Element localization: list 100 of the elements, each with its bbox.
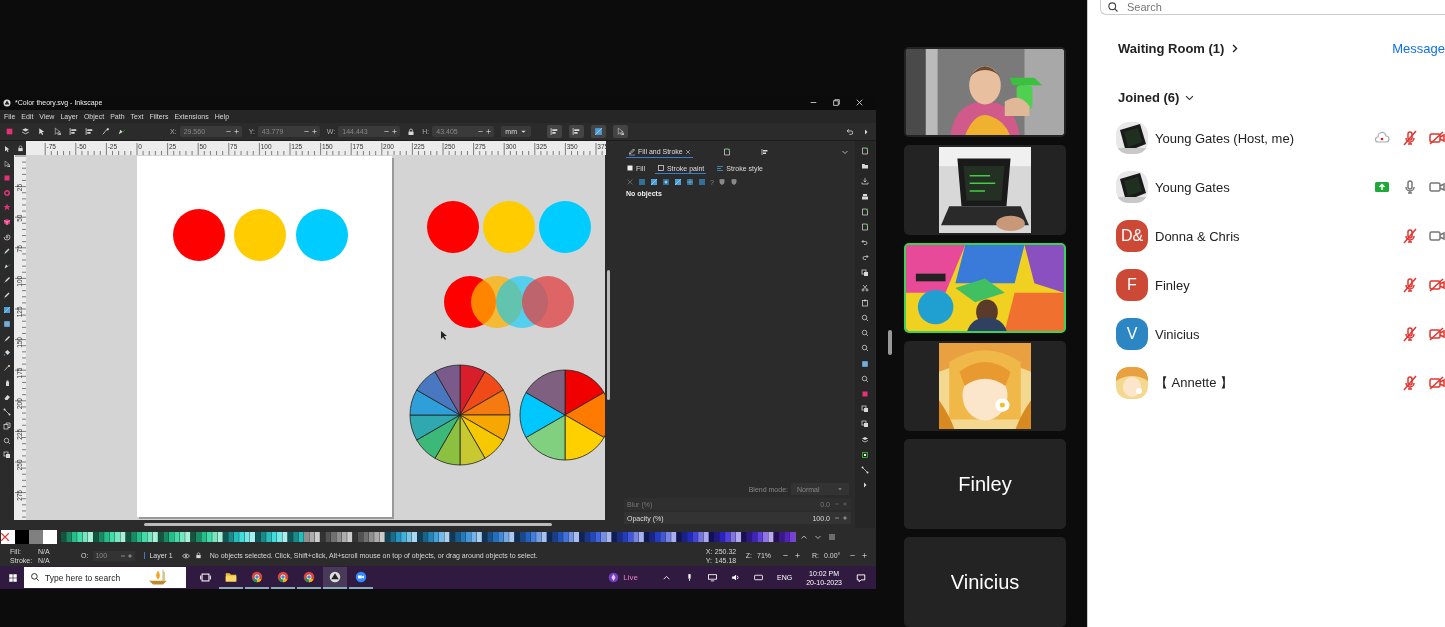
live-button[interactable]: Live [602, 571, 644, 584]
keyboard-icon[interactable] [754, 573, 763, 582]
chevron-down-icon[interactable] [841, 148, 849, 156]
tweak-icon[interactable] [3, 363, 11, 372]
usb-icon[interactable] [685, 573, 694, 582]
pen-icon[interactable] [3, 261, 11, 270]
pencil-icon[interactable] [3, 247, 11, 256]
start-button[interactable] [8, 572, 18, 583]
search-icon[interactable] [861, 314, 869, 323]
align-icon[interactable] [760, 148, 769, 156]
eye-icon[interactable] [181, 551, 190, 560]
scrollbar[interactable] [888, 330, 892, 355]
spray-icon[interactable] [3, 378, 11, 387]
minus-icon[interactable] [849, 552, 856, 559]
palette-menu-icon[interactable] [828, 532, 836, 541]
plus-icon[interactable] [310, 128, 318, 135]
scrollbar[interactable] [144, 523, 552, 526]
align-icon[interactable] [69, 127, 78, 136]
lock-icon[interactable] [194, 552, 202, 559]
scrollbar[interactable] [607, 270, 610, 400]
video-tile[interactable]: Finley [904, 439, 1066, 529]
layers-icon[interactable] [21, 127, 30, 136]
square-icon[interactable] [5, 127, 14, 136]
tweak-icon[interactable] [101, 127, 110, 136]
plus-icon[interactable] [391, 128, 399, 135]
color-wheel[interactable] [519, 369, 605, 461]
bucket-icon[interactable] [3, 349, 11, 358]
print-icon[interactable] [861, 192, 869, 201]
camera-icon[interactable] [1429, 228, 1445, 244]
color-palette[interactable] [61, 531, 796, 542]
document-icon[interactable] [861, 222, 869, 231]
plus-icon[interactable] [794, 552, 801, 559]
swatch[interactable] [1, 529, 15, 544]
document-icon[interactable] [861, 207, 869, 216]
copy-icon[interactable] [3, 451, 11, 460]
search-field[interactable]: Type here to search [24, 567, 186, 588]
folder-icon[interactable] [861, 162, 869, 171]
swatch[interactable] [29, 529, 43, 544]
gradient-icon[interactable] [650, 178, 658, 186]
align-icon[interactable] [85, 127, 94, 136]
video-tile[interactable] [904, 341, 1066, 431]
joined-toggle[interactable]: Joined (6) [1118, 89, 1196, 105]
redo-icon[interactable] [861, 253, 869, 262]
search-field[interactable]: Search [1100, 0, 1445, 15]
task-view-icon[interactable] [200, 572, 211, 583]
video-tile[interactable]: Vinicius [904, 537, 1066, 627]
waiting-room-toggle[interactable]: Waiting Room (1) [1118, 40, 1241, 56]
toolbar-button[interactable] [612, 125, 628, 138]
search-icon[interactable] [861, 344, 869, 353]
flat-icon[interactable] [638, 178, 646, 186]
caret-right-icon[interactable] [862, 127, 870, 136]
plus-icon[interactable] [861, 552, 868, 559]
microphone-icon[interactable] [1402, 179, 1418, 195]
undo-icon[interactable] [846, 127, 855, 136]
layers-icon[interactable] [861, 435, 869, 444]
toolbar-button[interactable] [546, 125, 562, 138]
toolbar-button[interactable] [568, 125, 584, 138]
color-wheel[interactable] [409, 364, 511, 466]
minus-icon[interactable] [477, 128, 485, 135]
connector-icon[interactable] [861, 465, 869, 474]
dropper-icon[interactable] [3, 334, 11, 343]
cut-icon[interactable] [861, 283, 869, 292]
undo-icon[interactable] [861, 238, 869, 247]
star-icon[interactable] [3, 203, 11, 212]
node-colored-icon[interactable] [861, 450, 869, 459]
notification-icon[interactable] [856, 572, 866, 583]
message-link[interactable]: Message [1392, 40, 1445, 56]
flat-icon[interactable] [698, 178, 706, 186]
search-icon[interactable] [3, 436, 11, 445]
plus-icon[interactable] [232, 128, 240, 135]
swatch[interactable] [15, 529, 29, 544]
lock-icon[interactable] [16, 144, 24, 152]
search-icon[interactable] [861, 329, 869, 338]
circle[interactable] [173, 209, 225, 261]
swatch[interactable] [43, 529, 57, 544]
copy-icon[interactable] [861, 420, 869, 429]
minus-icon[interactable] [782, 552, 789, 559]
caret-right-icon[interactable] [861, 481, 869, 490]
microphone-muted-icon[interactable] [1402, 130, 1418, 146]
close-icon[interactable] [855, 98, 864, 107]
gradient-icon[interactable] [674, 178, 682, 186]
pointer-icon[interactable] [3, 145, 11, 153]
dropper-icon[interactable] [3, 276, 11, 285]
pencil-icon[interactable] [3, 290, 11, 299]
copy-icon[interactable] [861, 268, 869, 277]
camera-off-icon[interactable] [1429, 130, 1445, 146]
copy-icon[interactable] [861, 405, 869, 414]
canvas[interactable] [26, 155, 605, 520]
eraser-icon[interactable] [3, 393, 11, 402]
toolbar-button[interactable] [590, 125, 606, 138]
caret-up-icon[interactable] [662, 573, 671, 582]
microphone-muted-icon[interactable] [1402, 228, 1418, 244]
spiral-icon[interactable] [3, 232, 11, 241]
connector-icon[interactable] [3, 407, 11, 416]
overlapping-circles-drawing[interactable] [444, 276, 574, 328]
save-icon[interactable] [861, 177, 869, 186]
minus-icon[interactable] [383, 128, 391, 135]
node-icon[interactable] [53, 127, 62, 136]
pages-icon[interactable] [3, 422, 11, 431]
pen-icon[interactable] [117, 127, 126, 136]
